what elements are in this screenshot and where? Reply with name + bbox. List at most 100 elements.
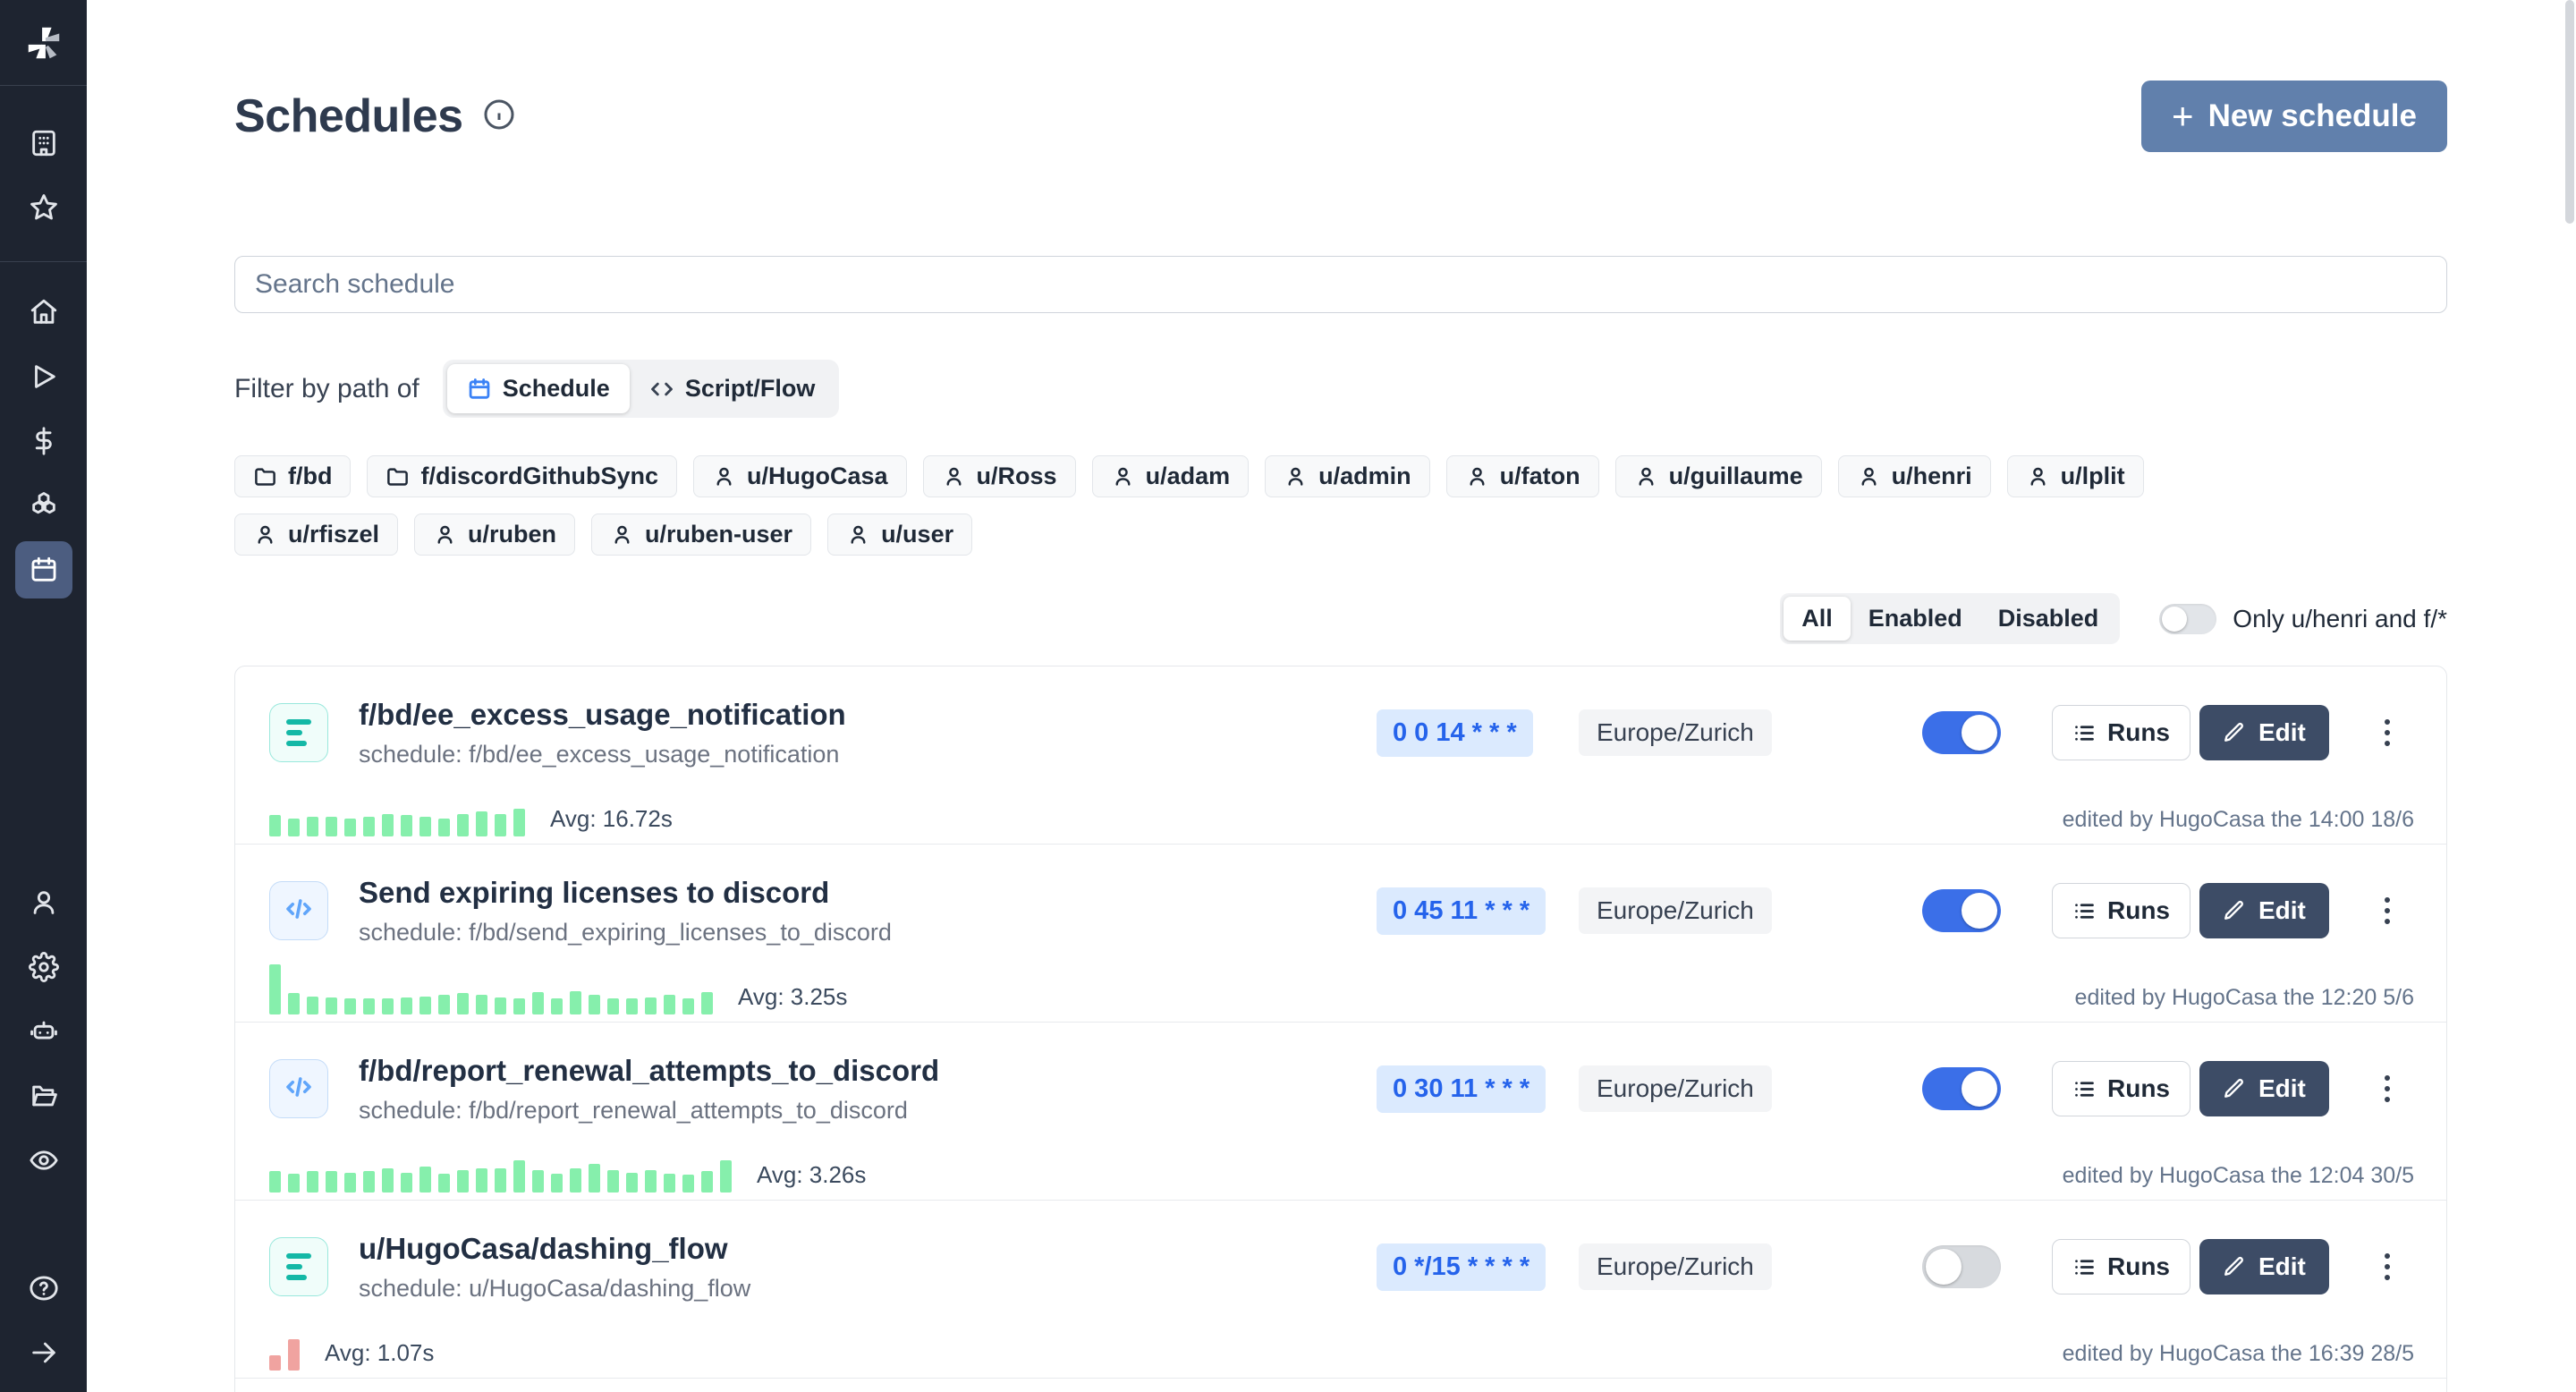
path-filter-chip[interactable]: u/guillaume [1615, 455, 1822, 497]
sidebar-item-apps[interactable] [15, 477, 72, 534]
runs-button[interactable]: Runs [2052, 1239, 2190, 1294]
runs-button[interactable]: Runs [2052, 705, 2190, 760]
path-filter-chip[interactable]: u/user [827, 514, 972, 556]
chip-label: u/adam [1146, 463, 1231, 490]
sidebar-item-runs[interactable] [15, 348, 72, 405]
schedule-path: schedule: u/HugoCasa/dashing_flow [359, 1275, 750, 1303]
enabled-toggle[interactable] [1922, 889, 2001, 932]
sparkline-bar [269, 815, 281, 836]
sparkline-bar [363, 1171, 375, 1193]
row-menu-button[interactable] [2376, 888, 2399, 933]
user-icon [2026, 464, 2050, 488]
sparkline-bar [570, 991, 581, 1014]
sparkline-bar [513, 1160, 525, 1193]
path-filter-chip[interactable]: u/ruben-user [591, 514, 811, 556]
path-filter-chip[interactable]: u/rfiszel [234, 514, 398, 556]
sidebar-item-schedules[interactable] [15, 541, 72, 598]
sparkline-bar [495, 997, 506, 1014]
sparkline-bar [626, 998, 638, 1014]
sparkline-bar [326, 1171, 337, 1193]
sparkline-bar [457, 1170, 469, 1193]
schedule-type-icon [269, 1059, 328, 1118]
edit-button[interactable]: Edit [2199, 1239, 2329, 1294]
schedule-title[interactable]: Send expiring licenses to discord [359, 876, 892, 910]
tab-disabled[interactable]: Disabled [1980, 597, 2117, 641]
code-icon [649, 377, 674, 402]
schedule-path: schedule: f/bd/send_expiring_licenses_to… [359, 919, 892, 946]
windmill-logo[interactable] [0, 0, 87, 86]
sidebar-item-home[interactable] [15, 284, 72, 341]
search-input[interactable] [234, 256, 2447, 313]
sparkline-bar [344, 819, 356, 836]
runs-sparkline[interactable] [269, 1142, 732, 1193]
new-schedule-button[interactable]: + New schedule [2141, 81, 2447, 152]
schedule-title[interactable]: u/HugoCasa/dashing_flow [359, 1232, 750, 1266]
path-filter-chip[interactable]: u/lplit [2007, 455, 2144, 497]
row-menu-button[interactable] [2376, 710, 2399, 755]
main-content: Schedules + New schedule Filter by path … [87, 81, 2576, 1392]
sidebar-item-folders[interactable] [15, 1067, 72, 1125]
sparkline-bar [589, 1164, 600, 1193]
schedule-title[interactable]: f/bd/report_renewal_attempts_to_discord [359, 1054, 939, 1088]
tab-enabled[interactable]: Enabled [1851, 597, 1980, 641]
sparkline-bar [307, 1171, 318, 1193]
path-filter-chip[interactable]: u/Ross [923, 455, 1076, 497]
arrow-right-icon [29, 1337, 59, 1368]
enabled-toggle[interactable] [1922, 1067, 2001, 1110]
page-title: Schedules [234, 89, 463, 143]
path-filter-chip[interactable]: u/adam [1092, 455, 1250, 497]
user-icon [942, 464, 966, 488]
edit-button[interactable]: Edit [2199, 883, 2329, 938]
boxes-icon [29, 490, 59, 521]
path-filter-chip[interactable]: u/HugoCasa [693, 455, 907, 497]
sparkline-bar [551, 1174, 563, 1193]
edit-button[interactable]: Edit [2199, 1061, 2329, 1116]
sidebar-item-help[interactable] [15, 1260, 72, 1317]
sidebar-item-workers[interactable] [15, 1003, 72, 1060]
enabled-toggle[interactable] [1922, 711, 2001, 754]
runs-sparkline[interactable] [269, 964, 713, 1014]
schedule-title[interactable]: f/bd/ee_excess_usage_notification [359, 698, 846, 732]
schedule-row: f/bd/ee_excess_usage_notification schedu… [235, 666, 2446, 844]
timezone-badge: Europe/Zurich [1579, 887, 1772, 934]
help-circle-icon [29, 1273, 59, 1303]
path-filter-chip[interactable]: f/bd [234, 455, 351, 497]
sparkline-bar [326, 817, 337, 836]
schedule-row: u/HugoCasa/dashing_flow schedule: u/Hugo… [235, 1200, 2446, 1378]
edit-button[interactable]: Edit [2199, 705, 2329, 760]
path-mode-script-flow[interactable]: Script/Flow [630, 364, 835, 413]
page-scrollbar[interactable] [2563, 0, 2576, 1392]
sidebar-item-variables[interactable] [15, 412, 72, 470]
sparkline-bar [701, 1171, 713, 1193]
sidebar-item-favorites[interactable] [15, 179, 72, 236]
path-filter-chip[interactable]: u/faton [1446, 455, 1599, 497]
path-filter-chip[interactable]: u/ruben [414, 514, 575, 556]
runs-sparkline[interactable] [269, 786, 525, 836]
runs-button[interactable]: Runs [2052, 883, 2190, 938]
sidebar-item-settings[interactable] [15, 938, 72, 996]
row-menu-button[interactable] [2376, 1244, 2399, 1289]
sidebar-item-audit[interactable] [15, 1132, 72, 1189]
info-icon[interactable] [483, 98, 515, 135]
list-icon [2072, 899, 2097, 923]
chip-label: u/rfiszel [288, 521, 379, 548]
sidebar-item-workspace[interactable] [15, 115, 72, 172]
runs-button[interactable]: Runs [2052, 1061, 2190, 1116]
path-filter-chip[interactable]: u/admin [1265, 455, 1430, 497]
star-icon [29, 192, 59, 223]
sparkline-bar [513, 809, 525, 836]
owner-filter-label: Only u/henri and f/* [2233, 605, 2447, 633]
sidebar-item-users[interactable] [15, 874, 72, 931]
tab-all[interactable]: All [1784, 597, 1851, 641]
row-menu-button[interactable] [2376, 1066, 2399, 1111]
enabled-toggle[interactable] [1922, 1245, 2001, 1288]
path-filter-chip[interactable]: u/henri [1838, 455, 1991, 497]
path-mode-schedule[interactable]: Schedule [447, 364, 630, 413]
pencil-icon [2223, 721, 2246, 744]
runs-sparkline[interactable] [269, 1320, 300, 1371]
owner-filter-toggle[interactable] [2159, 604, 2216, 634]
path-filter-chip[interactable]: f/discordGithubSync [367, 455, 677, 497]
avg-runtime: Avg: 3.25s [738, 983, 847, 1014]
sidebar-item-expand[interactable] [15, 1324, 72, 1381]
user-icon [29, 887, 59, 918]
